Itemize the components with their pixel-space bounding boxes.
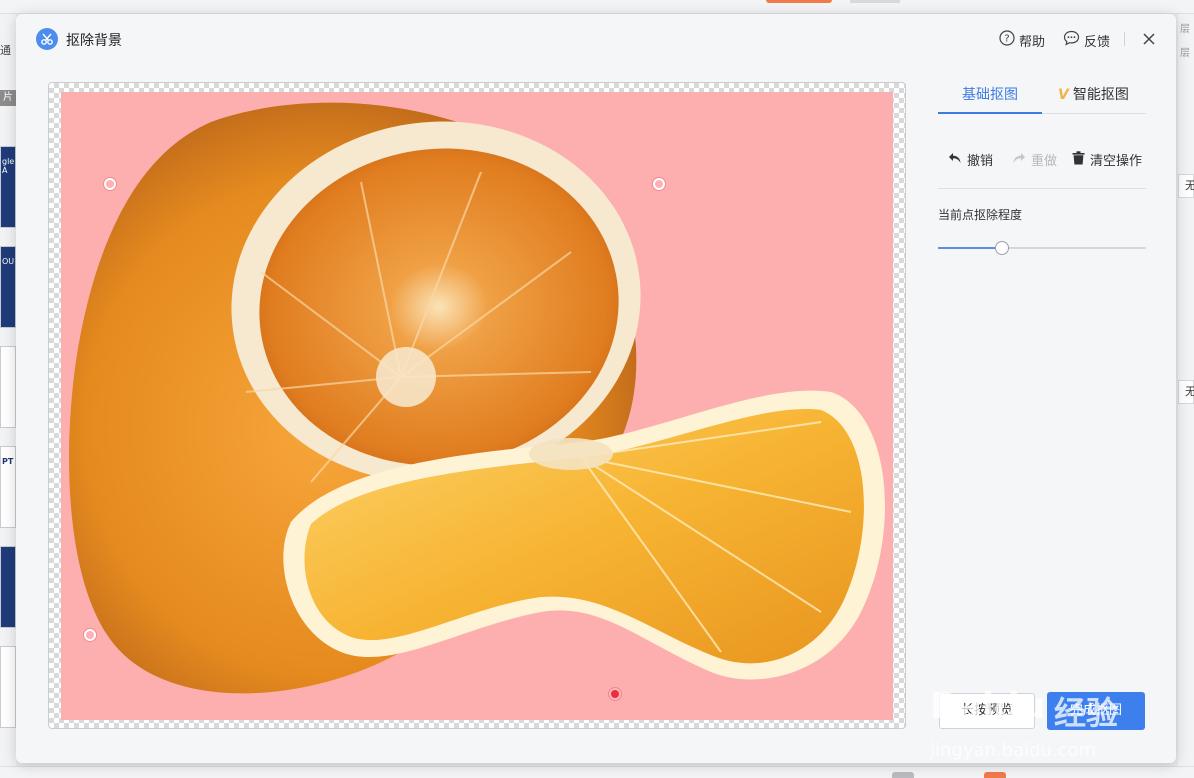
help-button[interactable]: ? 帮助 — [999, 30, 1045, 50]
right-panel-select[interactable]: 无 — [1178, 174, 1194, 198]
trash-icon — [1072, 150, 1085, 169]
tab-basic-cutout[interactable]: 基础抠图 — [962, 84, 1018, 104]
redo-button[interactable]: 重做 — [1012, 150, 1057, 169]
removal-strength-slider[interactable] — [938, 241, 1146, 255]
close-button[interactable] — [1138, 28, 1160, 50]
redo-icon — [1012, 151, 1026, 169]
svg-text:?: ? — [1004, 34, 1009, 45]
undo-icon — [948, 151, 962, 169]
mode-tabs: 基础抠图 V 智能抠图 — [938, 80, 1146, 114]
left-panel-label: 通 — [0, 44, 11, 57]
close-icon — [1138, 33, 1160, 54]
slider-handle[interactable] — [995, 241, 1010, 255]
orange-image — [69, 102, 885, 694]
slide-thumbnail[interactable] — [0, 346, 16, 428]
slide-thumbnail[interactable] — [0, 546, 16, 628]
feedback-label: 反馈 — [1084, 34, 1111, 50]
removal-strength-label: 当前点抠除程度 — [938, 208, 1023, 222]
redo-label: 重做 — [1031, 154, 1058, 169]
status-bar-chip[interactable] — [984, 772, 1006, 778]
app-toolbar-strip — [0, 0, 1194, 14]
slide-thumbnail[interactable] — [0, 646, 16, 728]
panel-divider — [938, 188, 1146, 189]
right-panel-label: 层 — [1180, 24, 1190, 35]
clear-button[interactable]: 清空操作 — [1072, 150, 1142, 169]
feedback-icon — [1063, 30, 1080, 50]
status-bar-chip[interactable] — [892, 772, 914, 778]
undo-label: 撤销 — [967, 154, 994, 169]
right-panel-label: 层 — [1180, 48, 1190, 59]
undo-button[interactable]: 撤销 — [948, 150, 993, 169]
app-secondary-button-edge[interactable] — [850, 0, 900, 3]
cutout-icon — [36, 28, 58, 50]
clear-label: 清空操作 — [1090, 154, 1143, 169]
help-label: 帮助 — [1019, 34, 1046, 50]
remove-background-dialog: 抠除背景 ? 帮助 反馈 基础抠图 V 智能抠图 撤销 重做 清空操作 当前点抠… — [16, 14, 1176, 763]
active-tab-indicator — [938, 112, 1042, 114]
right-panel-select[interactable]: 无 — [1178, 380, 1194, 404]
finish-cutout-button[interactable]: 完成抠图 — [1047, 692, 1145, 730]
remove-marker[interactable] — [609, 688, 621, 700]
left-panel-tab[interactable]: 片 — [0, 90, 16, 106]
slide-thumbnail[interactable]: gle A — [0, 146, 16, 228]
feedback-button[interactable]: 反馈 — [1063, 30, 1110, 50]
keep-marker[interactable] — [84, 629, 96, 641]
tab-smart-cutout-label: 智能抠图 — [1072, 87, 1129, 103]
vip-badge: V — [1058, 87, 1069, 103]
slide-thumbnail[interactable]: OU — [0, 246, 16, 328]
dialog-title: 抠除背景 — [66, 33, 122, 49]
slide-thumbnail[interactable]: PT — [0, 446, 16, 528]
status-bar — [0, 766, 1194, 778]
hold-preview-button[interactable]: 长按预览 — [939, 693, 1035, 729]
header-divider — [1124, 32, 1125, 46]
tab-smart-cutout[interactable]: V 智能抠图 — [1058, 84, 1129, 104]
image-preview[interactable] — [61, 92, 893, 720]
app-primary-button-edge[interactable] — [766, 0, 832, 3]
keep-marker[interactable] — [104, 178, 116, 190]
slider-fill — [938, 247, 1003, 249]
help-icon: ? — [999, 30, 1015, 50]
keep-marker[interactable] — [653, 178, 665, 190]
